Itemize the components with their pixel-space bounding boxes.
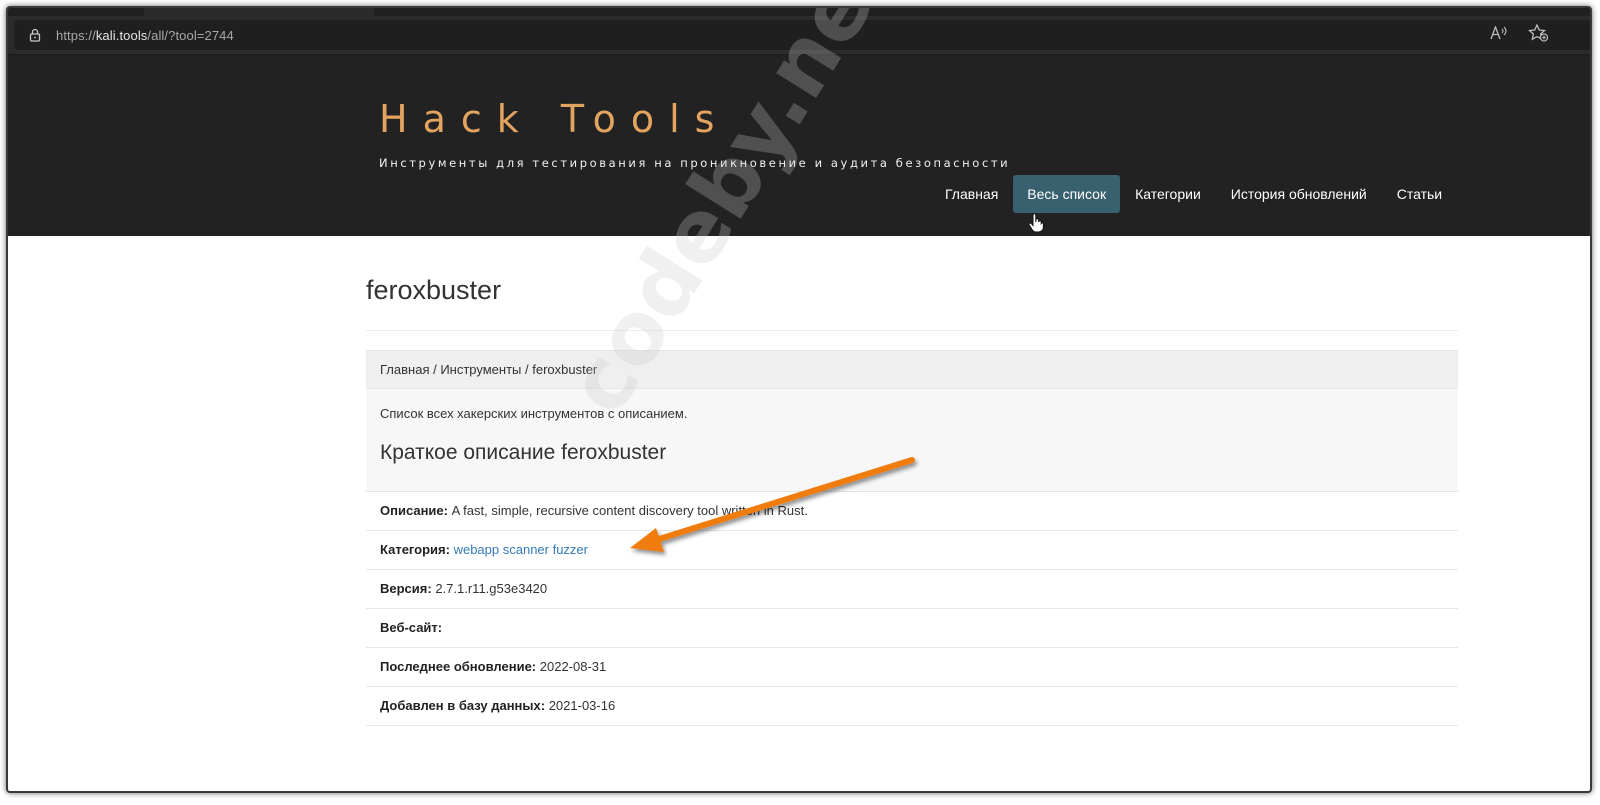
hand-cursor-icon	[1028, 213, 1044, 233]
info-value: 2021-03-16	[548, 698, 616, 713]
info-value: A fast, simple, recursive content discov…	[451, 503, 808, 518]
nav-item-home[interactable]: Главная	[930, 175, 1013, 213]
info-row-version: Версия: 2.7.1.r11.g53e3420	[366, 570, 1458, 609]
screenshot-frame: https://kali.tools/all/?tool=2744 Hack T…	[6, 6, 1592, 793]
title-divider	[366, 330, 1458, 331]
lock-icon[interactable]	[28, 28, 42, 42]
breadcrumb-separator: /	[521, 362, 533, 377]
nav-item-update-history[interactable]: История обновлений	[1216, 175, 1382, 213]
main-content: feroxbuster Главная / Инструменты / fero…	[366, 236, 1458, 726]
extension-icon[interactable]	[1590, 38, 1592, 58]
tool-info-list: Описание: A fast, simple, recursive cont…	[366, 491, 1458, 726]
tab-strip	[8, 8, 1590, 16]
tool-panel: Главная / Инструменты / feroxbuster Спис…	[366, 350, 1458, 726]
address-bar[interactable]: https://kali.tools/all/?tool=2744	[14, 20, 1590, 50]
site-header: Hack Tools Инструменты для тестирования …	[8, 55, 1590, 236]
intro-section: Список всех хакерских инструментов с опи…	[366, 389, 1458, 491]
url-path: /all/?tool=2744	[147, 27, 234, 43]
info-row-category: Категория: webapp scanner fuzzer	[366, 531, 1458, 570]
info-label: Версия:	[380, 581, 432, 596]
info-row-website: Веб-сайт:	[366, 609, 1458, 648]
intro-text: Список всех хакерских инструментов с опи…	[380, 406, 688, 421]
site-subtitle: Инструменты для тестирования на проникно…	[379, 156, 1011, 170]
url-host: kali.tools	[95, 27, 148, 43]
info-label: Описание:	[380, 503, 448, 518]
info-value: 2022-08-31	[539, 659, 607, 674]
favorites-star-icon[interactable]	[1527, 23, 1549, 46]
site-title[interactable]: Hack Tools	[379, 97, 729, 141]
breadcrumb-home[interactable]: Главная	[380, 362, 429, 377]
info-label: Категория:	[380, 542, 450, 557]
nav-item-all-list[interactable]: Весь список	[1013, 175, 1121, 213]
breadcrumb-tools[interactable]: Инструменты	[440, 362, 521, 377]
url-scheme: https://	[56, 27, 96, 43]
address-bar-actions	[1490, 20, 1549, 50]
url-text[interactable]: https://kali.tools/all/?tool=2744	[56, 28, 234, 43]
info-row-last-update: Последнее обновление: 2022-08-31	[366, 648, 1458, 687]
page-title: feroxbuster	[366, 275, 502, 305]
info-label: Веб-сайт:	[380, 620, 443, 635]
info-label: Добавлен в базу данных:	[380, 698, 546, 713]
breadcrumb-separator: /	[429, 362, 441, 377]
info-row-date-added: Добавлен в базу данных: 2021-03-16	[366, 687, 1458, 726]
section-heading: Краткое описание feroxbuster	[380, 441, 667, 464]
info-value: 2.7.1.r11.g53e3420	[435, 581, 548, 596]
nav-item-categories[interactable]: Категории	[1120, 175, 1216, 213]
breadcrumb-current: feroxbuster	[532, 362, 598, 377]
category-link[interactable]: webapp scanner fuzzer	[454, 542, 588, 557]
info-label: Последнее обновление:	[380, 659, 537, 674]
nav-item-articles[interactable]: Статьи	[1382, 175, 1457, 213]
info-row-description: Описание: A fast, simple, recursive cont…	[366, 492, 1458, 531]
main-navigation: Главная Весь список Категории История об…	[930, 175, 1457, 213]
breadcrumb: Главная / Инструменты / feroxbuster	[366, 351, 1458, 389]
read-aloud-icon[interactable]	[1490, 25, 1508, 44]
browser-toolbar: https://kali.tools/all/?tool=2744	[8, 8, 1590, 55]
active-tab[interactable]	[144, 8, 374, 16]
